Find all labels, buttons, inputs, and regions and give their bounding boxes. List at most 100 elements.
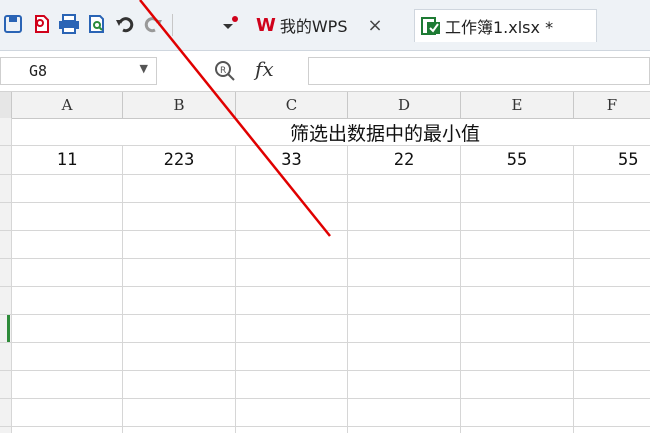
empty-cell[interactable] [12,315,123,342]
empty-cell[interactable] [348,287,461,314]
column-header-e[interactable]: E [461,92,574,118]
empty-cell[interactable] [461,259,574,286]
row-header[interactable] [0,146,12,174]
undo-icon[interactable] [114,13,136,35]
empty-cell[interactable] [123,287,236,314]
empty-cell[interactable] [236,287,348,314]
redo-icon[interactable] [142,13,164,35]
column-header-c[interactable]: C [236,92,348,118]
row-header[interactable] [0,203,12,230]
empty-cell[interactable] [123,427,236,433]
empty-cell[interactable] [348,427,461,433]
quick-access-toolbar: W 我的WPS × 工作簿1.xlsx * [0,0,650,51]
column-header-f[interactable]: F [574,92,650,118]
empty-cell[interactable] [123,315,236,342]
empty-cell[interactable] [461,399,574,426]
empty-cell[interactable] [123,399,236,426]
cell-c2[interactable]: 33 [236,146,348,174]
empty-cell[interactable] [461,231,574,258]
fx-icon[interactable]: fx [255,57,274,81]
formula-bar: G8 ▼ R fx [0,51,650,92]
select-all-corner[interactable] [0,92,12,118]
empty-cell[interactable] [348,343,461,370]
tab-workbook1[interactable]: 工作簿1.xlsx * [414,9,597,42]
empty-cell[interactable] [236,343,348,370]
empty-cell[interactable] [461,371,574,398]
save-icon[interactable] [2,13,24,35]
cell-d2[interactable]: 22 [348,146,461,174]
row-header[interactable] [0,259,12,286]
empty-cell[interactable] [236,399,348,426]
empty-cell[interactable] [123,175,236,202]
empty-cell[interactable] [461,343,574,370]
empty-cell[interactable] [12,343,123,370]
row-header[interactable] [0,315,12,342]
print-icon[interactable] [58,13,80,35]
empty-cell[interactable] [123,371,236,398]
empty-cell[interactable] [12,287,123,314]
empty-cell[interactable] [12,399,123,426]
empty-cell[interactable] [461,315,574,342]
tab-label: 工作簿1.xlsx * [445,18,554,37]
column-header-a[interactable]: A [12,92,123,118]
empty-cell[interactable] [12,371,123,398]
empty-cell[interactable] [123,231,236,258]
chevron-down-icon[interactable]: ▼ [140,62,148,75]
empty-cell[interactable] [236,427,348,433]
row-header[interactable] [0,175,12,202]
column-header-bar: A B C D E F [0,92,650,119]
empty-cell[interactable] [348,259,461,286]
wps-logo-icon: W [256,14,276,36]
customize-dropdown-icon[interactable] [220,13,242,35]
empty-cell[interactable] [236,315,348,342]
sheet-row [0,203,650,231]
empty-cell[interactable] [12,259,123,286]
row-header[interactable] [0,371,12,398]
empty-cell[interactable] [123,203,236,230]
empty-cell[interactable] [123,259,236,286]
empty-cell[interactable] [236,371,348,398]
cell-e2[interactable]: 55 [461,146,574,174]
row-header[interactable] [0,399,12,426]
empty-cell[interactable] [123,343,236,370]
empty-cell[interactable] [12,427,123,433]
cell-f2[interactable]: 55 [574,146,650,174]
empty-cell[interactable] [236,259,348,286]
empty-cell[interactable] [461,203,574,230]
sheet-row-selected [0,315,650,343]
empty-cell[interactable] [236,175,348,202]
empty-cell[interactable] [348,399,461,426]
row-header[interactable] [0,118,12,145]
empty-cell[interactable] [236,203,348,230]
empty-cell[interactable] [12,175,123,202]
empty-cell[interactable] [12,231,123,258]
empty-cell[interactable] [461,427,574,433]
merged-title-cell[interactable]: 筛选出数据中的最小值 [235,118,535,146]
row-header[interactable] [0,287,12,314]
print-preview-icon[interactable] [86,13,108,35]
empty-cell[interactable] [348,315,461,342]
name-box[interactable]: G8 ▼ [0,57,157,85]
close-icon[interactable]: × [368,15,383,36]
cell-b2[interactable]: 223 [123,146,236,174]
row-header[interactable] [0,343,12,370]
tab-my-wps[interactable]: W 我的WPS × [256,9,406,41]
empty-cell[interactable] [461,287,574,314]
sheet-row [0,427,650,433]
row-header[interactable] [0,231,12,258]
new-doc-icon[interactable] [30,13,52,35]
column-header-d[interactable]: D [348,92,461,118]
zoom-formula-icon[interactable]: R [214,60,236,82]
empty-cell[interactable] [12,203,123,230]
empty-cell[interactable] [461,175,574,202]
formula-input[interactable] [308,57,650,85]
empty-cell[interactable] [348,175,461,202]
column-header-b[interactable]: B [123,92,236,118]
tab-label: 我的WPS [279,17,348,36]
empty-cell[interactable] [348,203,461,230]
row-header[interactable] [0,427,12,433]
empty-cell[interactable] [348,371,461,398]
empty-cell[interactable] [236,231,348,258]
cell-a2[interactable]: 11 [12,146,123,174]
empty-cell[interactable] [348,231,461,258]
